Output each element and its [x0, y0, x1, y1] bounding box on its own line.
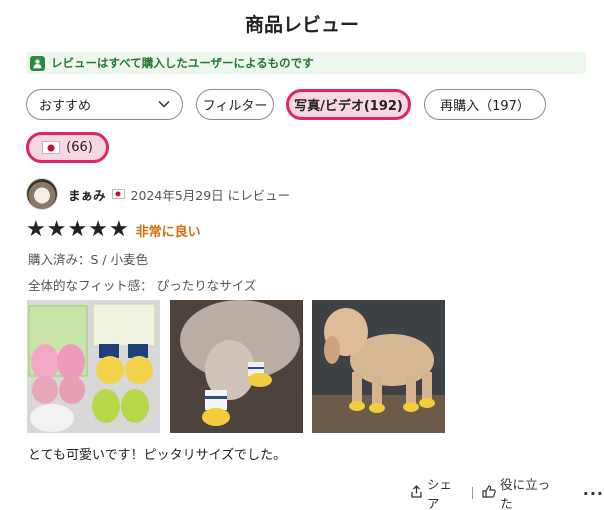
- rating-label: 非常に良い: [135, 224, 201, 240]
- review-photo-3[interactable]: [312, 300, 445, 433]
- reviewer-name: まぁみ: [68, 187, 106, 203]
- sort-select[interactable]: おすすめ: [26, 89, 183, 120]
- action-divider: [472, 487, 474, 499]
- reviewer-row: まぁみ 2024年5月29日 にレビュー: [26, 178, 290, 210]
- star-icon: ★: [26, 217, 46, 242]
- review-body: とても可愛いです！ピッタリサイズでした。: [28, 448, 287, 463]
- page-title: 商品レビュー: [244, 14, 359, 36]
- photo-video-filter-label: 写真/ビデオ(192): [294, 99, 403, 114]
- star-icon: ★: [46, 217, 67, 242]
- review-photo-2[interactable]: [170, 300, 303, 433]
- star-icon: ★: [67, 217, 88, 242]
- share-icon: [410, 485, 423, 501]
- country-filter-count: (66): [66, 140, 93, 155]
- star-icon: ★: [88, 217, 108, 242]
- sort-select-value: おすすめ: [39, 99, 92, 114]
- verified-banner-text: レビューはすべて購入したユーザーによるものです: [51, 56, 314, 70]
- repeat-purchase-filter-label: 再購入（197）: [440, 99, 530, 114]
- star-rating: ★ ★ ★ ★ ★: [26, 219, 130, 241]
- helpful-button[interactable]: 役に立った: [482, 474, 561, 510]
- japan-flag-icon: [111, 189, 125, 199]
- star-icon: ★: [108, 217, 129, 242]
- repeat-purchase-filter-button[interactable]: 再購入（197）: [424, 89, 546, 120]
- review-date: 2024年5月29日 にレビュー: [130, 187, 291, 203]
- filter-button[interactable]: フィルター: [196, 89, 274, 120]
- rating-row: ★ ★ ★ ★ ★ 非常に良い: [26, 219, 201, 241]
- helpful-label: 役に立った: [500, 477, 551, 510]
- country-filter-button[interactable]: (66): [26, 132, 109, 163]
- japan-flag-icon: [42, 141, 61, 154]
- share-button[interactable]: シェア: [410, 474, 463, 510]
- verified-user-icon: [30, 55, 45, 71]
- thumbs-up-icon: [482, 485, 496, 501]
- share-label: シェア: [427, 477, 453, 510]
- verified-banner: レビューはすべて購入したユーザーによるものです: [26, 52, 586, 74]
- review-photo-1[interactable]: [27, 300, 160, 433]
- ellipsis-icon[interactable]: ···: [583, 484, 604, 503]
- avatar[interactable]: [26, 178, 58, 210]
- review-actions: シェア 役に立った ···: [410, 474, 604, 510]
- photo-video-filter-button[interactable]: 写真/ビデオ(192): [286, 89, 411, 120]
- filter-button-label: フィルター: [202, 99, 268, 114]
- fit-rating: 全体的なフィット感： ぴったりなサイズ: [28, 278, 257, 293]
- purchased-variant: 購入済み：S / 小麦色: [28, 252, 149, 267]
- chevron-down-icon: [158, 97, 170, 112]
